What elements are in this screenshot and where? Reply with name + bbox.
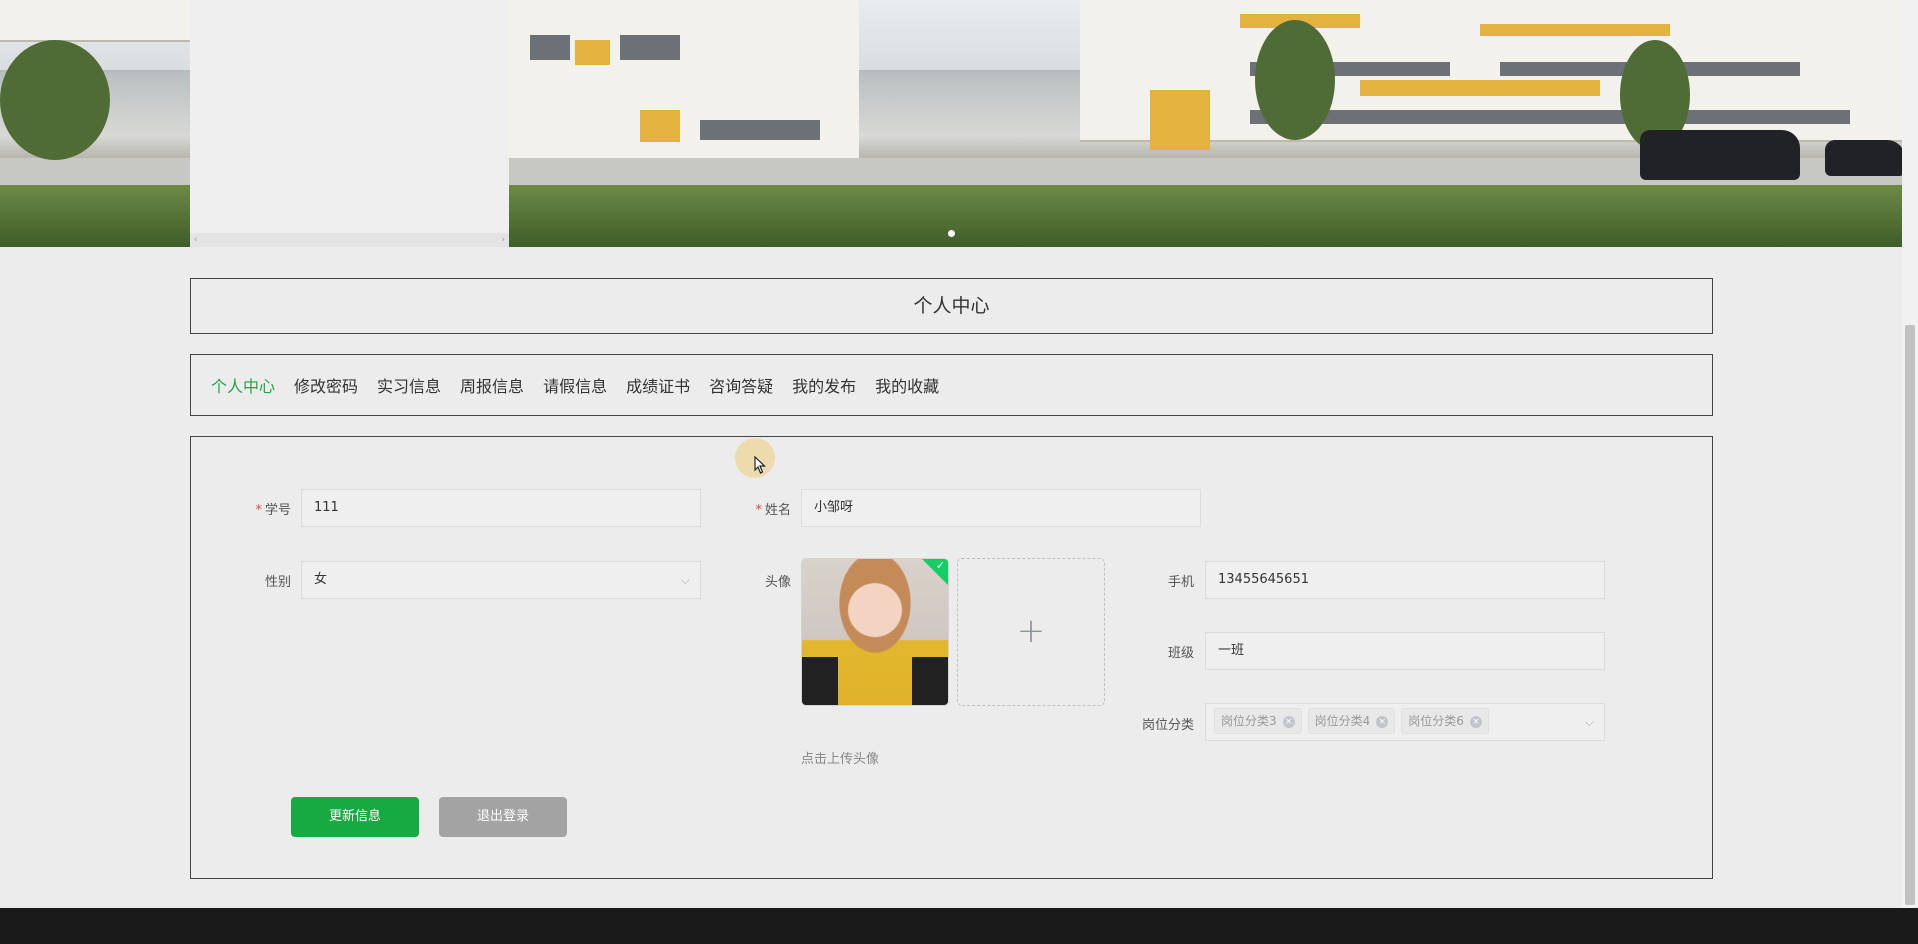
banner-tree (1255, 20, 1335, 140)
avatar-upload-tip: 点击上传头像 (801, 752, 880, 767)
banner-tree (0, 40, 110, 160)
name-field[interactable]: 小邹呀 (801, 489, 1201, 527)
student-id-label: * 学号 (255, 503, 291, 518)
position-tag: 岗位分类3 × (1214, 708, 1302, 734)
nav-item-my-posts[interactable]: 我的发布 (792, 373, 856, 397)
gender-label: 性别 (264, 575, 291, 590)
nav-item-my-favorites[interactable]: 我的收藏 (875, 373, 939, 397)
class-field[interactable]: 一班 (1205, 632, 1605, 670)
avatar-label: 头像 (764, 575, 791, 590)
banner-stripe (1150, 90, 1210, 150)
banner-stripe (1360, 80, 1600, 96)
tag-close-icon[interactable]: × (1469, 715, 1482, 728)
nav-item-leave[interactable]: 请假信息 (543, 373, 607, 397)
page-title: 个人中心 (913, 295, 990, 317)
chevron-down-icon: ⌵ (1584, 715, 1594, 729)
tag-close-icon[interactable]: × (1282, 715, 1295, 728)
nav-item-internship[interactable]: 实习信息 (377, 373, 441, 397)
phone-label: 手机 (1167, 575, 1194, 590)
gender-value: 女 (314, 572, 328, 587)
nav-item-weekly-report[interactable]: 周报信息 (460, 373, 524, 397)
page-scrollbar-thumb[interactable] (1905, 325, 1915, 905)
class-label: 班级 (1167, 646, 1194, 661)
nav-item-profile[interactable]: 个人中心 (211, 373, 275, 397)
gender-select[interactable]: 女 ⌵ (301, 561, 701, 599)
phone-field[interactable]: 13455645651 (1205, 561, 1605, 599)
banner-window (700, 120, 820, 140)
avatar-image[interactable]: ✓ (801, 558, 949, 706)
position-category-label: 岗位分类 (1141, 718, 1194, 733)
banner-stripe (1480, 24, 1670, 36)
avatar-upload-button[interactable]: + (957, 558, 1105, 706)
logout-button[interactable]: 退出登录 (439, 797, 567, 837)
carousel-indicator-dot[interactable] (948, 230, 955, 237)
mouse-cursor-icon (754, 455, 767, 478)
banner-stripe (575, 40, 610, 65)
nav-item-certificates[interactable]: 成绩证书 (626, 373, 690, 397)
banner-stripe (640, 110, 680, 142)
plus-icon: + (1016, 611, 1046, 651)
scroll-left-icon[interactable]: ‹ (194, 235, 198, 245)
banner-window (620, 35, 680, 60)
nav-item-consulting[interactable]: 咨询答疑 (709, 373, 773, 397)
side-panel-scrollbar[interactable]: ‹ › (190, 233, 509, 247)
position-tag: 岗位分类4 × (1307, 708, 1396, 734)
user-center-nav: 个人中心 修改密码 实习信息 周报信息 请假信息 成绩证书 咨询答疑 我的发布 … (190, 354, 1713, 416)
student-id-field[interactable]: 111 (301, 489, 701, 527)
name-label: * 姓名 (755, 503, 791, 518)
banner-side-panel: ‹ › (190, 0, 509, 247)
scroll-right-icon[interactable]: › (501, 235, 505, 245)
page-footer (0, 908, 1918, 944)
check-icon: ✓ (935, 559, 945, 572)
page-title-box: 个人中心 (190, 278, 1713, 334)
banner-carousel[interactable]: ‹ › (0, 0, 1902, 247)
banner-building (0, 0, 190, 42)
page-scrollbar[interactable] (1902, 0, 1918, 908)
update-info-button[interactable]: 更新信息 (291, 797, 419, 837)
banner-car (1825, 140, 1902, 176)
position-category-select[interactable]: 岗位分类3 × 岗位分类4 × 岗位分类6 × ⌵ (1205, 703, 1605, 741)
nav-item-change-password[interactable]: 修改密码 (294, 373, 358, 397)
banner-window (530, 35, 570, 60)
position-tag: 岗位分类6 × (1401, 708, 1489, 734)
banner-window (1250, 110, 1850, 124)
tag-close-icon[interactable]: × (1376, 715, 1389, 728)
chevron-down-icon: ⌵ (680, 573, 690, 587)
banner-car (1640, 130, 1800, 180)
